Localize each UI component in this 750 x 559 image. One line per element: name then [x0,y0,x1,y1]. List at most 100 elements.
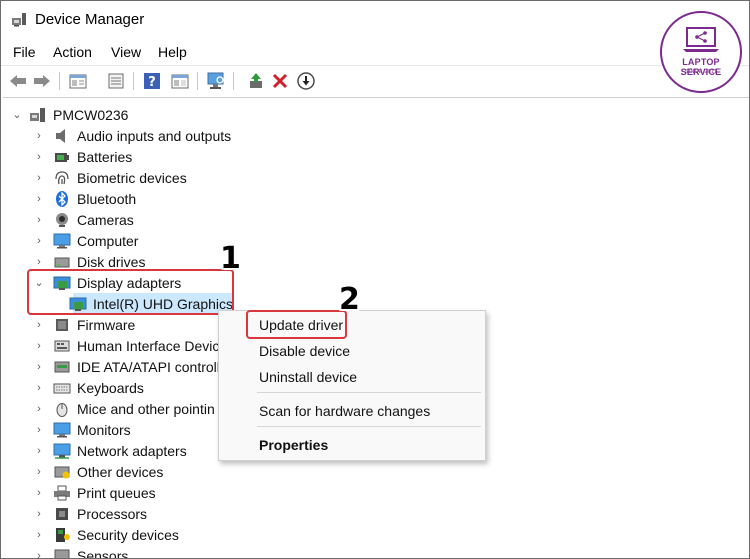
tree-item-label: Processors [77,505,148,522]
tree-item-label: Monitors [77,421,131,438]
menu-properties[interactable]: Properties [259,437,328,453]
device-manager-window: Device Manager File Action View Help ? ⌄… [0,0,750,559]
chevron-right-icon[interactable]: › [33,256,45,268]
uninstall-icon[interactable] [269,70,291,92]
chevron-right-icon[interactable]: › [33,235,45,247]
chevron-right-icon[interactable]: › [33,193,45,205]
properties-icon[interactable] [67,70,89,92]
tree-item-cameras[interactable]: › Cameras [33,209,134,230]
tree-item-hid[interactable]: › Human Interface Device [33,335,227,356]
tree-item-computer[interactable]: › Computer [33,230,138,251]
tree-item-label: Sensors [77,547,129,559]
camera-icon [53,212,71,228]
chevron-right-icon[interactable]: › [33,151,45,163]
menu-action[interactable]: Action [53,44,92,60]
tree-item-other-devices[interactable]: › Other devices [33,461,163,482]
tree-item-monitors[interactable]: › Monitors [33,419,131,440]
disable-icon[interactable] [295,70,317,92]
toolbar-separator [197,72,198,90]
chevron-right-icon[interactable]: › [33,403,45,415]
chevron-right-icon[interactable]: › [33,130,45,142]
laptop-logo-icon [683,27,719,52]
annotation-number-1: 1 [220,241,241,276]
speaker-icon [53,128,71,144]
logo-tagline: SINCE 2011 [684,69,718,75]
chevron-right-icon[interactable]: › [33,382,45,394]
annotation-number-2: 2 [339,282,360,317]
menu-file[interactable]: File [13,44,36,60]
chevron-down-icon[interactable]: ⌄ [11,109,23,121]
disk-drive-icon [53,254,71,270]
toolbar-separator [233,72,234,90]
chevron-right-icon[interactable]: › [33,529,45,541]
tree-item-label: Keyboards [77,379,144,396]
tree-item-label: Computer [77,232,139,249]
tree-item-label: IDE ATA/ATAPI controlle [77,358,228,375]
chevron-right-icon[interactable]: › [33,424,45,436]
menu-help[interactable]: Help [158,44,187,60]
scan-icon[interactable] [205,70,227,92]
tree-item-network-adapters[interactable]: › Network adapters [33,440,187,461]
toolbar-separator [59,72,60,90]
chevron-right-icon[interactable]: › [33,361,45,373]
chevron-right-icon[interactable]: › [33,466,45,478]
chevron-right-icon[interactable]: › [33,214,45,226]
tree-item-sensors[interactable]: › Sensors [33,545,129,559]
tree-item-processors[interactable]: › Processors [33,503,147,524]
toolbar: ? [1,65,749,95]
tree-item-print-queues[interactable]: › Print queues [33,482,156,503]
tree-root[interactable]: ⌄ PMCW0236 [11,104,128,125]
tree-item-biometric[interactable]: › Biometric devices [33,167,187,188]
chevron-right-icon[interactable]: › [33,508,45,520]
device-manager-icon [12,13,26,27]
chevron-right-icon[interactable]: › [33,550,45,559]
forward-icon[interactable] [31,70,53,92]
ide-controller-icon [53,359,71,375]
back-icon[interactable] [7,70,29,92]
tree-item-security-devices[interactable]: › Security devices [33,524,179,545]
tree-item-label: Print queues [77,484,156,501]
keyboard-icon [53,380,71,396]
tree-item-audio[interactable]: › Audio inputs and outputs [33,125,231,146]
chevron-right-icon[interactable]: › [33,445,45,457]
tree-item-label: Network adapters [77,442,187,459]
highlight-box-display-adapters [27,269,234,315]
chevron-right-icon[interactable]: › [33,172,45,184]
processor-icon [53,506,71,522]
toolbar-separator [133,72,134,90]
tree-item-label: Other devices [77,463,164,480]
tree-item-batteries[interactable]: › Batteries [33,146,132,167]
menu-separator [257,392,481,393]
tree-item-label: Bluetooth [77,190,137,207]
menu-view[interactable]: View [111,44,141,60]
bluetooth-icon [53,190,71,207]
svg-text:?: ? [148,75,156,90]
view-icon[interactable] [169,70,191,92]
chevron-right-icon[interactable]: › [33,319,45,331]
tree-item-mice[interactable]: › Mice and other pointin [33,398,215,419]
device-list-icon[interactable] [105,70,127,92]
tree-root-label: PMCW0236 [53,106,129,123]
tree-item-ide-ata[interactable]: › IDE ATA/ATAPI controlle [33,356,228,377]
tree-item-label: Cameras [77,211,134,228]
chevron-right-icon[interactable]: › [33,487,45,499]
tree-item-keyboards[interactable]: › Keyboards [33,377,144,398]
chevron-right-icon[interactable]: › [33,340,45,352]
battery-icon [53,149,71,165]
sensor-icon [53,548,71,558]
mouse-icon [53,401,71,417]
menu-uninstall-device[interactable]: Uninstall device [259,369,357,385]
menu-separator [257,426,481,427]
update-driver-icon[interactable] [245,70,267,92]
fingerprint-icon [53,170,71,186]
window-title: Device Manager [35,11,145,28]
menu-disable-device[interactable]: Disable device [259,343,350,359]
tree-item-firmware[interactable]: › Firmware [33,314,135,335]
network-adapter-icon [53,443,71,459]
menu-scan-hardware-changes[interactable]: Scan for hardware changes [259,403,430,419]
monitor-icon [53,422,71,438]
tree-item-bluetooth[interactable]: › Bluetooth [33,188,136,209]
help-icon[interactable]: ? [141,70,163,92]
tree-item-label: Security devices [77,526,179,543]
tree-item-label: Audio inputs and outputs [77,127,232,144]
